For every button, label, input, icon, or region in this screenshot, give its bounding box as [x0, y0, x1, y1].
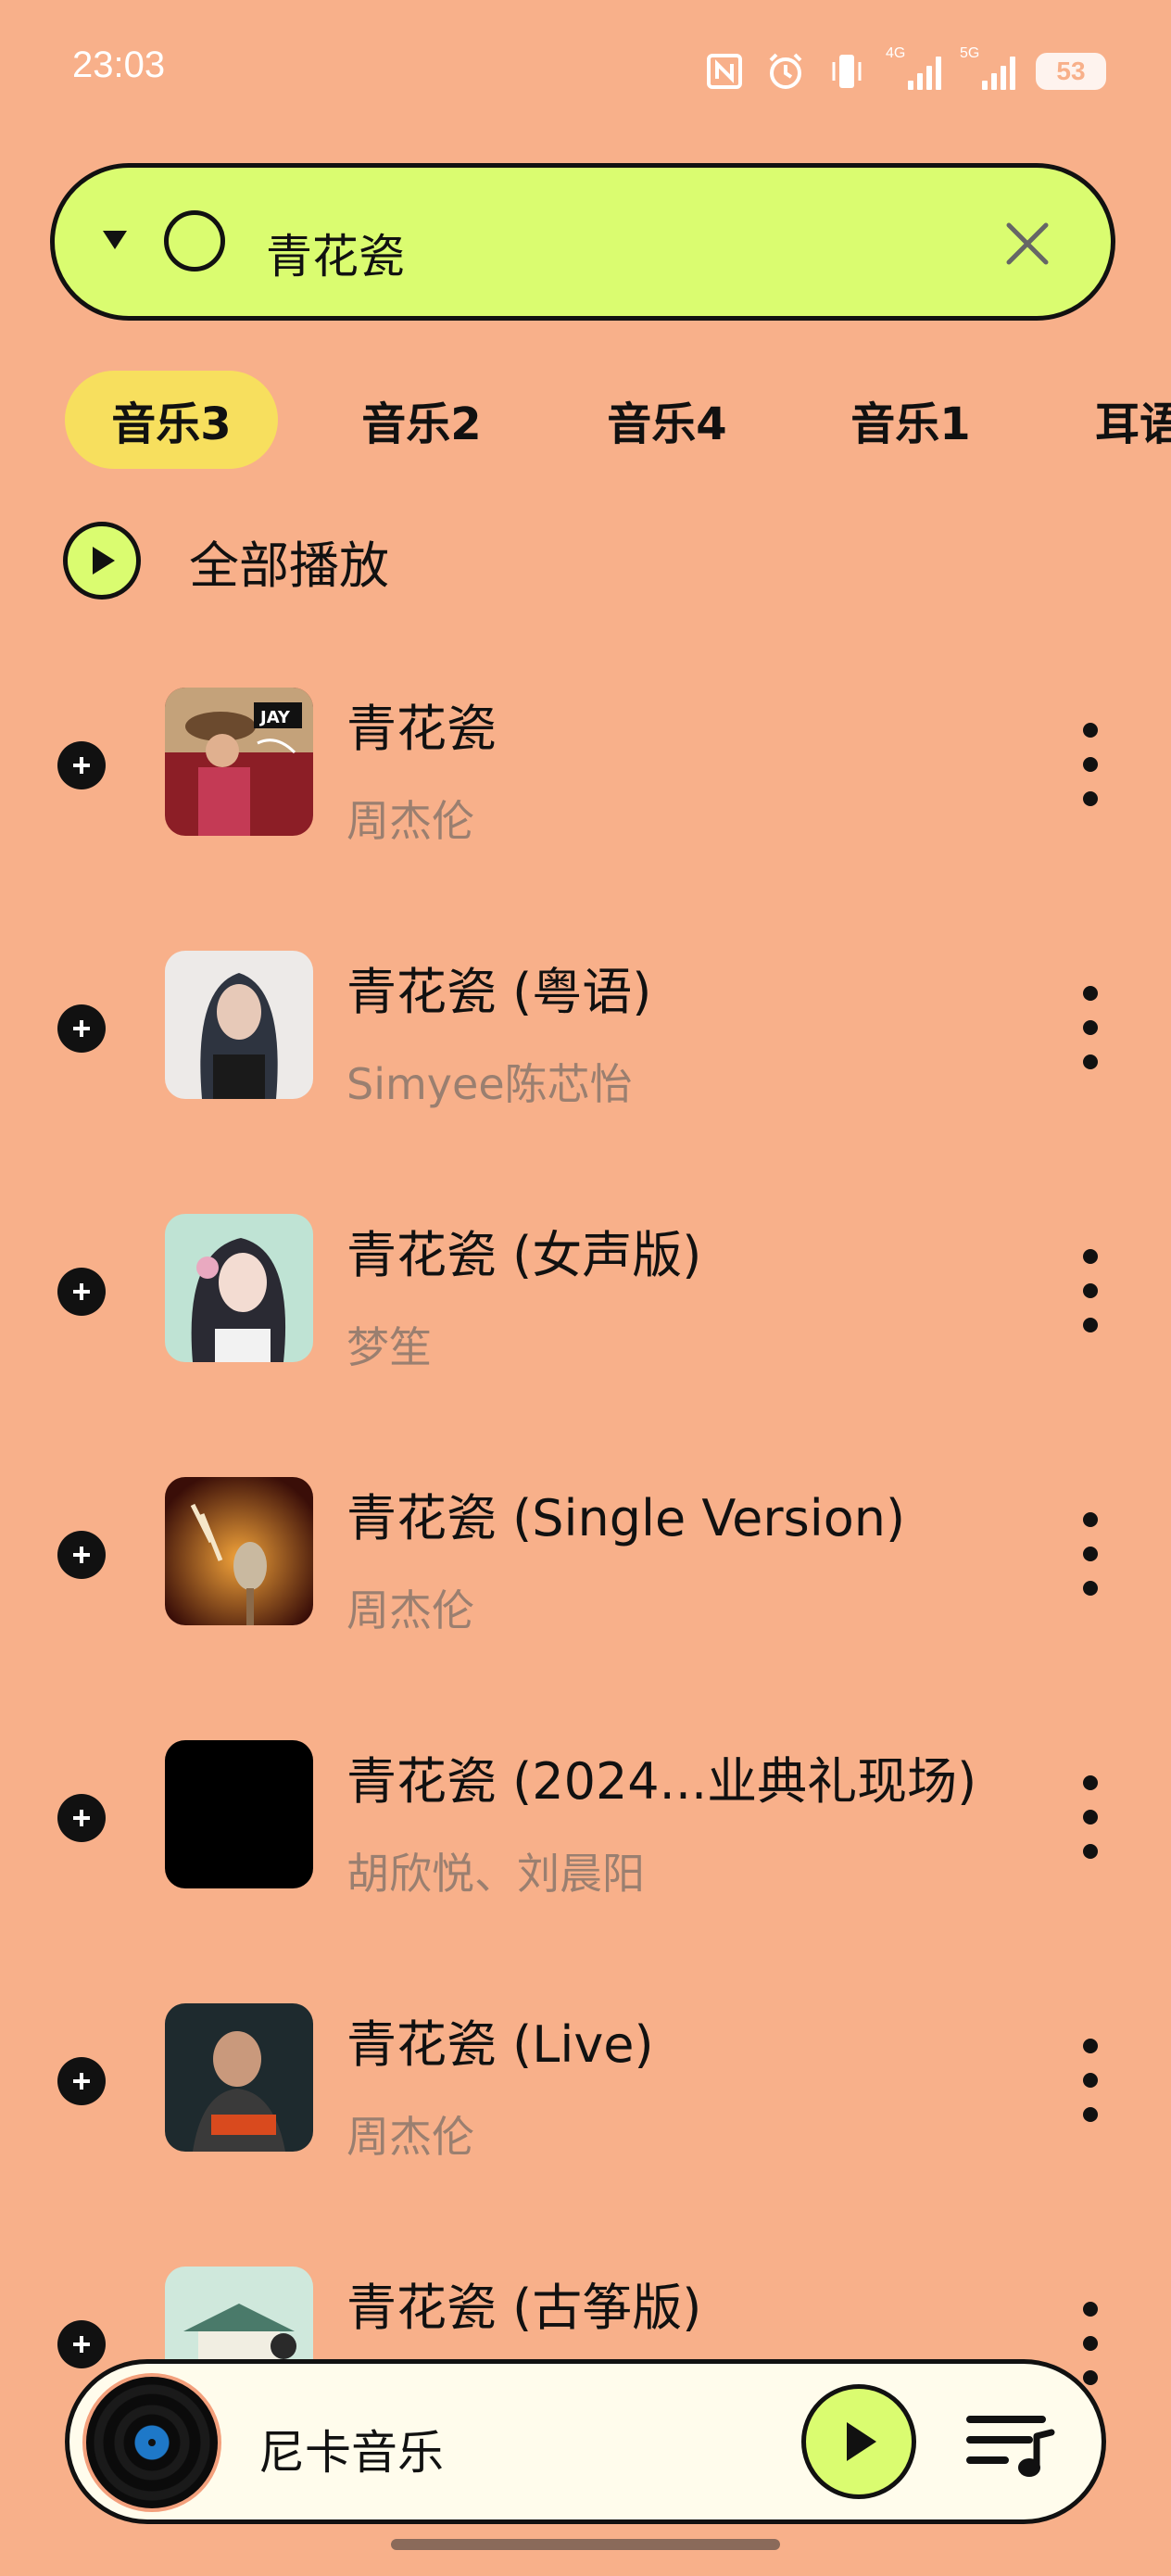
- battery-level: 53: [1056, 57, 1086, 85]
- player-title: 尼卡音乐: [258, 2426, 444, 2480]
- tab-whisper[interactable]: 耳语: [1095, 371, 1171, 469]
- tab-music4[interactable]: 音乐4: [560, 371, 774, 469]
- more-vertical-icon[interactable]: [1077, 2302, 1104, 2385]
- search-input[interactable]: 青花瓷: [266, 220, 405, 286]
- song-title: 青花瓷 (粤语): [346, 963, 652, 1021]
- tab-label: 音乐2: [361, 398, 482, 450]
- album-cover: [165, 2003, 313, 2152]
- tab-label: 音乐1: [850, 398, 971, 450]
- song-row[interactable]: 青花瓷 (Single Version) 周杰伦: [0, 1438, 1171, 1701]
- play-icon[interactable]: [63, 522, 141, 600]
- song-row[interactable]: 青花瓷 (女声版) 梦笙: [0, 1175, 1171, 1438]
- play-icon: [847, 2422, 876, 2461]
- tab-label: 耳语: [1095, 398, 1171, 450]
- svg-text:JAY: JAY: [258, 708, 291, 727]
- tab-music3[interactable]: 音乐3: [65, 371, 278, 469]
- mini-player[interactable]: 尼卡音乐: [65, 2359, 1106, 2524]
- add-icon[interactable]: [57, 1004, 106, 1053]
- song-title: 青花瓷 (2024...业典礼现场): [346, 1752, 977, 1811]
- song-row[interactable]: 青花瓷 (Live) 周杰伦: [0, 1964, 1171, 2228]
- song-title: 青花瓷 (女声版): [346, 1226, 702, 1284]
- nfc-icon: [704, 51, 745, 92]
- song-artist: 周杰伦: [346, 2112, 474, 2162]
- network-label-2: 5G: [960, 45, 980, 61]
- more-vertical-icon[interactable]: [1077, 986, 1104, 1069]
- more-vertical-icon[interactable]: [1077, 723, 1104, 806]
- song-row[interactable]: JAY 青花瓷 周杰伦: [0, 649, 1171, 912]
- song-title: 青花瓷 (古筝版): [346, 2279, 702, 2337]
- song-row[interactable]: 青花瓷 (粤语) Simyee陈芯怡: [0, 912, 1171, 1175]
- song-artist: Simyee陈芯怡: [346, 1059, 633, 1109]
- tab-label: 音乐3: [111, 398, 232, 450]
- home-indicator[interactable]: [391, 2539, 780, 2550]
- song-artist: 梦笙: [346, 1322, 432, 1372]
- more-vertical-icon[interactable]: [1077, 1775, 1104, 1859]
- signal-5g-icon: 5G: [960, 45, 1015, 90]
- status-time: 23:03: [72, 44, 166, 85]
- album-cover: [165, 1214, 313, 1362]
- album-cover: [165, 951, 313, 1099]
- song-title: 青花瓷 (Single Version): [346, 1489, 906, 1547]
- play-all-label: 全部播放: [189, 536, 389, 595]
- source-tabs: 音乐3 音乐2 音乐4 音乐1 耳语: [0, 371, 1171, 473]
- add-icon[interactable]: [57, 1268, 106, 1316]
- signal-4g-icon: 4G: [886, 45, 941, 90]
- alarm-icon: [765, 51, 806, 92]
- status-bar: 23:03 4G 5G 53: [0, 0, 1171, 139]
- song-title: 青花瓷: [346, 700, 497, 758]
- vibrate-icon: [826, 51, 867, 92]
- add-icon[interactable]: [57, 1794, 106, 1842]
- song-artist: 胡欣悦、刘晨阳: [346, 1849, 645, 1899]
- playlist-icon[interactable]: [964, 2408, 1057, 2482]
- song-artist: 周杰伦: [346, 1585, 474, 1635]
- app-screen: 23:03 4G 5G 53 青花瓷 音乐3 音乐2 音乐4 音乐1 耳语 全部…: [0, 0, 1171, 2576]
- tab-music1[interactable]: 音乐1: [804, 371, 1017, 469]
- add-icon[interactable]: [57, 741, 106, 789]
- close-icon[interactable]: [1000, 216, 1055, 271]
- album-cover: [165, 1477, 313, 1625]
- circle-icon[interactable]: [164, 210, 225, 271]
- vinyl-disc-icon[interactable]: [82, 2373, 221, 2512]
- album-cover: JAY: [165, 688, 313, 836]
- tab-music2[interactable]: 音乐2: [315, 371, 528, 469]
- tab-label: 音乐4: [607, 398, 727, 450]
- song-row[interactable]: 青花瓷 (2024...业典礼现场) 胡欣悦、刘晨阳: [0, 1701, 1171, 1964]
- add-icon[interactable]: [57, 1531, 106, 1579]
- more-vertical-icon[interactable]: [1077, 1512, 1104, 1596]
- battery-icon: 53: [1036, 53, 1106, 90]
- add-icon[interactable]: [57, 2320, 106, 2368]
- status-icons: 4G 5G 53: [704, 45, 1106, 96]
- network-label-1: 4G: [886, 45, 906, 61]
- song-title: 青花瓷 (Live): [346, 2015, 654, 2074]
- caret-down-icon[interactable]: [101, 221, 129, 262]
- search-bar[interactable]: 青花瓷: [50, 163, 1115, 321]
- player-play-button[interactable]: [801, 2384, 916, 2499]
- more-vertical-icon[interactable]: [1077, 2039, 1104, 2122]
- album-cover: [165, 1740, 313, 1888]
- play-all-button[interactable]: 全部播放: [63, 519, 389, 602]
- more-vertical-icon[interactable]: [1077, 1249, 1104, 1332]
- song-artist: 周杰伦: [346, 796, 474, 846]
- add-icon[interactable]: [57, 2057, 106, 2105]
